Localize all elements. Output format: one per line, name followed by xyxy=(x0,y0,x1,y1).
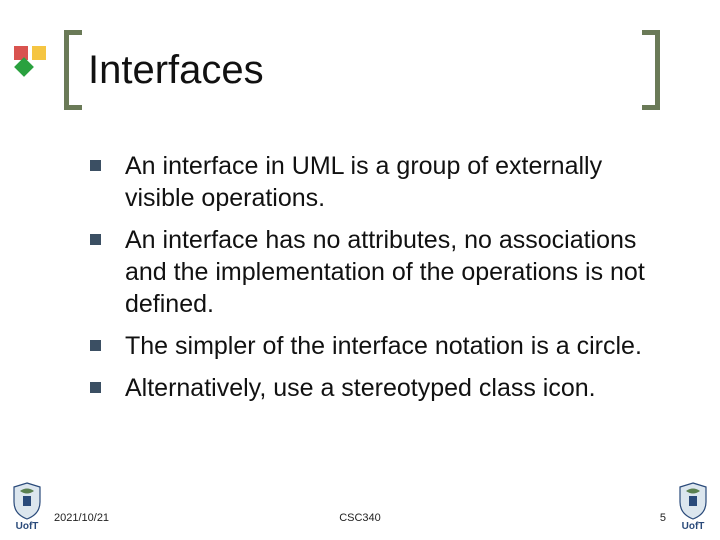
footer-date: 2021/10/21 xyxy=(54,512,109,524)
bullet-icon xyxy=(90,234,101,245)
bullet-icon xyxy=(90,382,101,393)
bullet-icon xyxy=(90,340,101,351)
list-item: An interface in UML is a group of extern… xyxy=(90,150,660,214)
list-item: An interface has no attributes, no assoc… xyxy=(90,224,660,320)
crest-label: UofT xyxy=(672,521,714,532)
crest-icon xyxy=(10,482,44,520)
bullet-text: Alternatively, use a stereotyped class i… xyxy=(125,372,596,404)
title-bar: Interfaces xyxy=(64,30,660,110)
bullet-text: The simpler of the interface notation is… xyxy=(125,330,642,362)
crest-icon xyxy=(676,482,710,520)
footer-course: CSC340 xyxy=(339,512,381,524)
bullet-text: An interface has no attributes, no assoc… xyxy=(125,224,660,320)
bracket-right-icon xyxy=(642,30,660,110)
list-item: The simpler of the interface notation is… xyxy=(90,330,660,362)
footer-page-number: 5 xyxy=(660,512,666,524)
footer: 2021/10/21 CSC340 5 xyxy=(54,512,666,524)
content-area: An interface in UML is a group of extern… xyxy=(90,150,660,414)
list-item: Alternatively, use a stereotyped class i… xyxy=(90,372,660,404)
bullet-text: An interface in UML is a group of extern… xyxy=(125,150,660,214)
university-crest-right: UofT xyxy=(672,482,714,532)
crest-label: UofT xyxy=(6,521,48,532)
university-crest-left: UofT xyxy=(6,482,48,532)
bullet-icon xyxy=(90,160,101,171)
bracket-left-icon xyxy=(64,30,82,110)
slide-title: Interfaces xyxy=(88,48,264,93)
decorative-shapes-icon xyxy=(14,46,50,76)
